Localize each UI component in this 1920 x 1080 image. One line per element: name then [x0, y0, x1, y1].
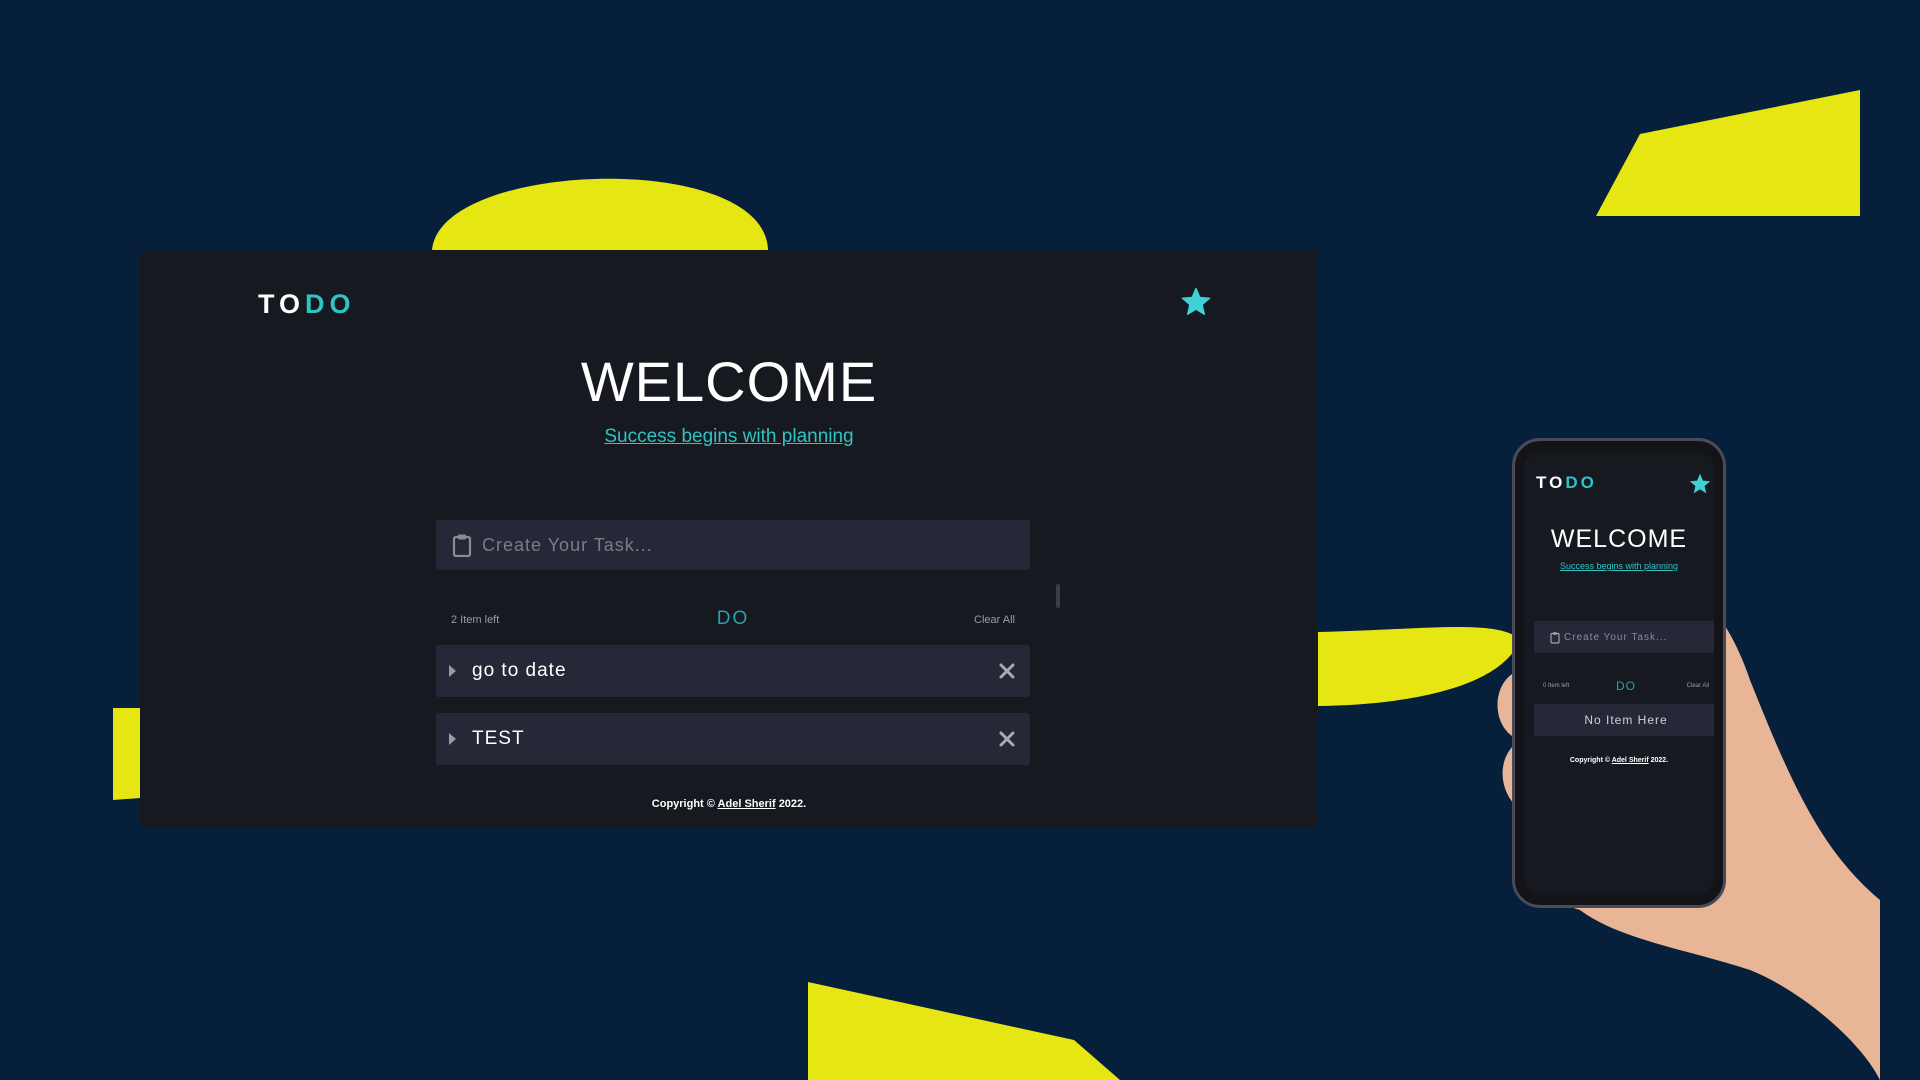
caret-right-icon[interactable]: [449, 733, 456, 745]
phone-app-logo[interactable]: TODO: [1536, 473, 1597, 493]
promo-canvas: TODO WELCOME Success begins with plannin…: [0, 0, 1920, 1080]
desktop-app-window: TODO WELCOME Success begins with plannin…: [140, 250, 1318, 828]
phone-logo-text-do: DO: [1565, 473, 1597, 492]
clear-all-button[interactable]: Clear All: [974, 614, 1015, 626]
phone-empty-state: No Item Here: [1534, 704, 1714, 736]
todo-item[interactable]: go to date: [436, 645, 1030, 697]
phone-footer-copyright: Copyright ©: [1569, 757, 1611, 764]
phone-logo-text-to: TO: [1536, 473, 1566, 492]
deco-top-oval: [432, 178, 768, 250]
clipboard-icon: [452, 534, 472, 557]
phone-star-icon[interactable]: [1688, 472, 1712, 496]
phone-page-title: WELCOME: [1550, 525, 1688, 553]
caret-right-icon[interactable]: [449, 665, 456, 677]
phone-footer-author-link[interactable]: Adel Sherif: [1612, 757, 1649, 764]
todo-item[interactable]: TEST: [436, 713, 1030, 765]
todo-item-label: go to date: [472, 660, 567, 681]
footer-copyright: Copyright ©: [651, 798, 715, 810]
phone-input-placeholder: Create Your Task...: [1564, 631, 1668, 643]
todo-list: go to date TEST: [436, 645, 1030, 781]
phone-footer-year: 2022.: [1650, 757, 1669, 764]
app-logo[interactable]: TODO: [258, 289, 356, 320]
page-title: WELCOME: [580, 350, 878, 413]
phone-tagline-link[interactable]: Success begins with planning: [1524, 561, 1714, 571]
phone-list-controls: 0 Item left DO Clear All: [1534, 679, 1714, 695]
phone-task-input[interactable]: Create Your Task...: [1534, 621, 1714, 653]
task-input-field[interactable]: [436, 519, 1030, 571]
list-controls: 2 Item left DO Clear All: [436, 606, 1030, 634]
phone-screen: TODO WELCOME Success begins with plannin…: [1524, 453, 1714, 893]
deco-top-right-quad: [1596, 90, 1860, 216]
logo-text-do: DO: [305, 289, 356, 319]
phone-clipboard-icon: [1550, 631, 1560, 644]
footer-year: 2022.: [778, 798, 807, 810]
deco-bottom-trapezoid: [808, 982, 1120, 1080]
phone-footer: Copyright © Adel Sherif 2022.: [1524, 757, 1714, 764]
todo-item-label: TEST: [472, 728, 525, 749]
tagline-link[interactable]: Success begins with planning: [140, 426, 1318, 448]
star-icon[interactable]: [1180, 286, 1212, 318]
phone-mockup: TODO WELCOME Success begins with plannin…: [1512, 438, 1726, 908]
close-icon[interactable]: [998, 662, 1016, 680]
phone-clear-all-button[interactable]: Clear All: [1687, 683, 1709, 689]
footer-author-link[interactable]: Adel Sherif: [718, 798, 776, 810]
logo-text-to: TO: [258, 289, 306, 319]
deco-left-slab: [113, 708, 140, 800]
footer: Copyright © Adel Sherif 2022.: [140, 798, 1318, 810]
filter-do-tab[interactable]: DO: [436, 608, 1030, 630]
close-icon[interactable]: [998, 730, 1016, 748]
scrollbar-thumb[interactable]: [1056, 584, 1060, 608]
task-input[interactable]: [472, 519, 1030, 571]
